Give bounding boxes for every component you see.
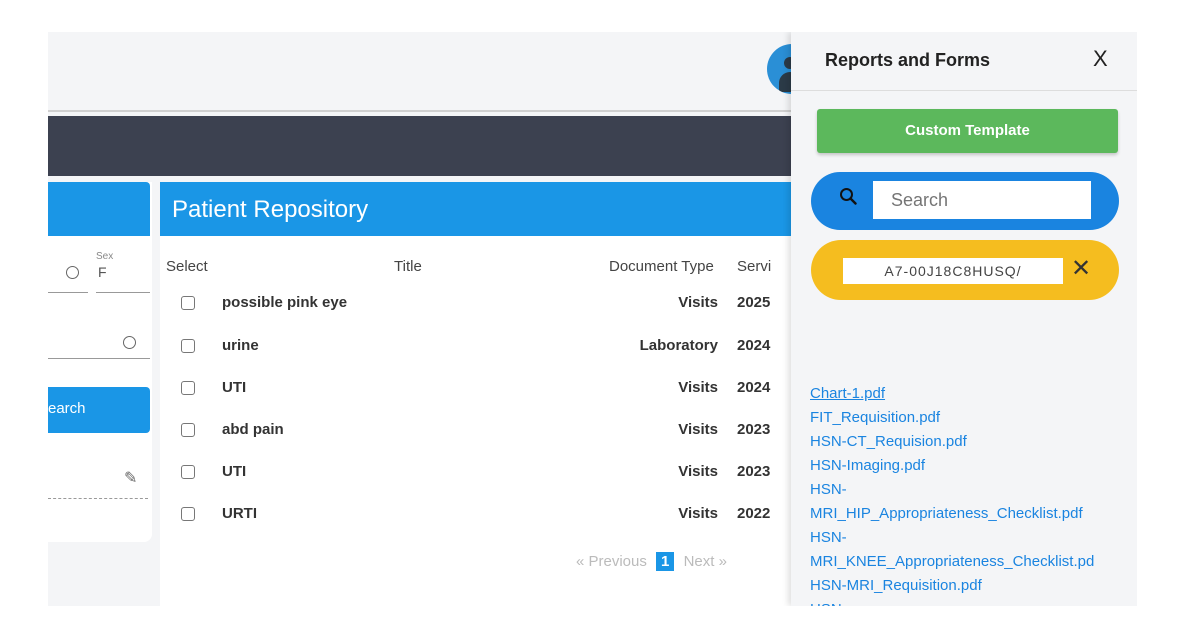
file-list: Chart-1.pdf FIT_Requisition.pdf HSN-CT_R… — [810, 382, 1137, 606]
search-button-label: earch — [48, 400, 86, 417]
dashed-field-line — [48, 498, 148, 499]
row-checkbox[interactable] — [181, 381, 195, 395]
file-link[interactable]: FIT_Requisition.pdf — [810, 406, 1137, 430]
search-input[interactable] — [873, 181, 1091, 219]
column-service: Servi — [737, 258, 772, 275]
next-page-link[interactable]: Next » — [684, 553, 727, 570]
pagination: « Previous 1 Next » — [576, 552, 727, 571]
table-row[interactable]: URTI Visits 2022 — [160, 505, 840, 541]
row-checkbox[interactable] — [181, 339, 195, 353]
person-icon — [123, 336, 136, 349]
sex-label: Sex — [96, 251, 114, 262]
file-link[interactable]: HSN- — [810, 526, 1137, 550]
search-icon — [840, 188, 857, 205]
row-title[interactable]: abd pain — [222, 421, 284, 438]
sex-underline — [96, 292, 150, 293]
search-button[interactable]: earch — [48, 387, 150, 433]
row-service-date: 2024 — [737, 337, 771, 354]
row-service-date: 2024 — [737, 379, 771, 396]
row-document-type: Laboratory — [639, 337, 718, 354]
patient-repository-card: Patient Repository Select Title Document… — [160, 182, 840, 606]
file-link[interactable]: HSN-CT_Requision.pdf — [810, 430, 1137, 454]
row-document-type: Visits — [678, 379, 718, 396]
custom-template-button[interactable]: Custom Template — [817, 109, 1118, 153]
person-icon — [66, 266, 79, 279]
row-title[interactable]: possible pink eye — [222, 294, 347, 311]
row-title[interactable]: urine — [222, 337, 259, 354]
row-document-type: Visits — [678, 421, 718, 438]
row-service-date: 2023 — [737, 421, 771, 438]
field-underline — [48, 292, 88, 293]
panel-divider — [791, 90, 1137, 91]
table-row[interactable]: abd pain Visits 2023 — [160, 421, 840, 457]
row-document-type: Visits — [678, 294, 718, 311]
row-document-type: Visits — [678, 505, 718, 522]
close-icon[interactable]: X — [1093, 46, 1108, 72]
repository-title: Patient Repository — [172, 196, 369, 223]
row-title[interactable]: UTI — [222, 379, 246, 396]
table-row[interactable]: possible pink eye Visits 2025 — [160, 294, 840, 330]
search-card-header — [48, 182, 150, 236]
column-document-type: Document Type — [609, 258, 714, 275]
table-row[interactable]: UTI Visits 2024 — [160, 379, 840, 415]
pencil-icon[interactable]: ✎ — [124, 468, 137, 488]
panel-title: Reports and Forms — [825, 50, 991, 70]
row-checkbox[interactable] — [181, 465, 195, 479]
row-service-date: 2025 — [737, 294, 771, 311]
row-checkbox[interactable] — [181, 507, 195, 521]
form-search-bar — [811, 172, 1119, 230]
column-select: Select — [166, 258, 208, 275]
filter-chip: A7-00J18C8HUSQ/ — [843, 258, 1063, 284]
row-title[interactable]: UTI — [222, 463, 246, 480]
column-title: Title — [394, 258, 422, 275]
field-underline — [48, 358, 150, 359]
sex-field[interactable]: F — [98, 264, 107, 280]
file-link[interactable]: HSN- — [810, 478, 1137, 502]
active-filter: A7-00J18C8HUSQ/ ✕ — [811, 240, 1119, 300]
table-row[interactable]: urine Laboratory 2024 — [160, 337, 840, 373]
row-title[interactable]: URTI — [222, 505, 257, 522]
file-link[interactable]: Chart-1.pdf — [810, 382, 1137, 406]
table-row[interactable]: UTI Visits 2023 — [160, 463, 840, 499]
file-link[interactable]: HSN-Imaging.pdf — [810, 454, 1137, 478]
file-link[interactable]: MRI_HIP_Appropriateness_Checklist.pdf — [810, 502, 1137, 526]
app-viewport: Sex F earch ✎ Patient Repository Select … — [48, 32, 1137, 606]
file-link[interactable]: HSN- — [810, 598, 1137, 606]
previous-page-link[interactable]: « Previous — [576, 553, 647, 570]
file-link[interactable]: HSN-MRI_Requisition.pdf — [810, 574, 1137, 598]
row-checkbox[interactable] — [181, 423, 195, 437]
row-service-date: 2022 — [737, 505, 771, 522]
row-document-type: Visits — [678, 463, 718, 480]
row-service-date: 2023 — [737, 463, 771, 480]
patient-search-card: Sex F earch ✎ — [48, 182, 152, 542]
current-page[interactable]: 1 — [656, 552, 675, 571]
repository-header: Patient Repository — [160, 182, 840, 236]
file-link[interactable]: MRI_KNEE_Appropriateness_Checklist.pd — [810, 550, 1137, 574]
row-checkbox[interactable] — [181, 296, 195, 310]
clear-filter-icon[interactable]: ✕ — [1071, 254, 1091, 283]
reports-and-forms-panel: Reports and Forms X Custom Template A7-0… — [791, 32, 1137, 606]
